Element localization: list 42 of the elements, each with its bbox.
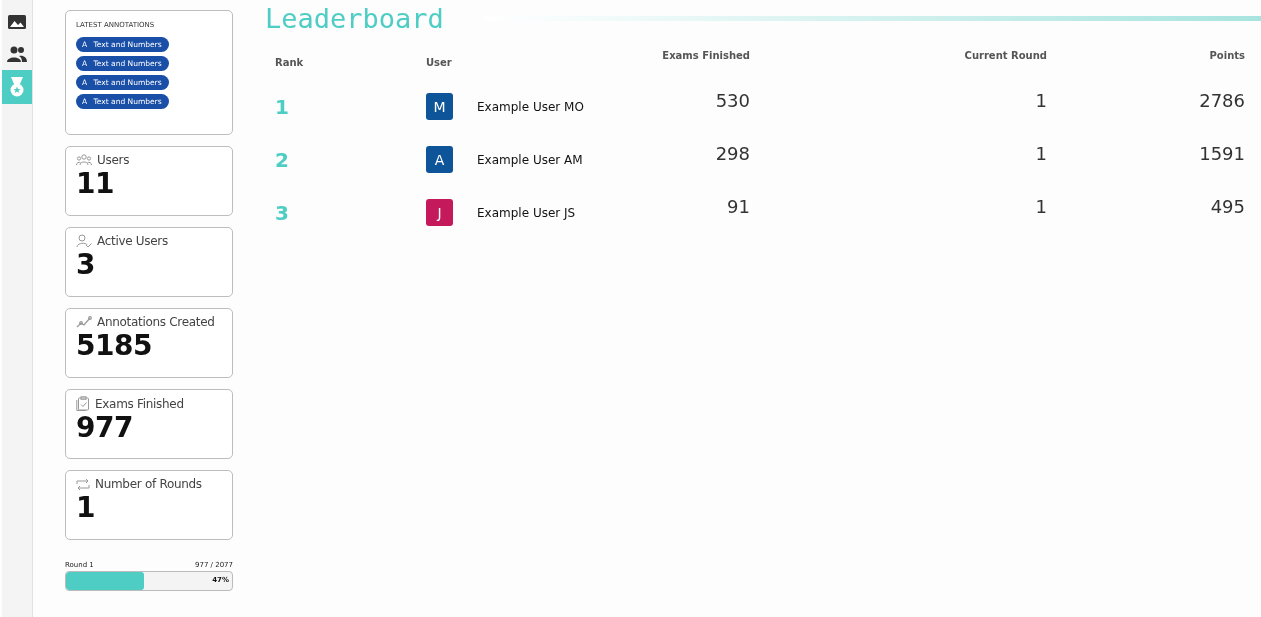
table-cell: 1591 xyxy=(1199,143,1245,164)
stat-value: 3 xyxy=(76,248,96,281)
image-icon xyxy=(8,15,26,29)
line-draw-icon xyxy=(76,315,92,329)
table-cell: 91 xyxy=(727,196,750,217)
table-cell: 495 xyxy=(1210,196,1245,217)
stat-value: 977 xyxy=(76,411,134,444)
column-header: Rank xyxy=(275,56,305,68)
column-header: Current Round xyxy=(964,49,1047,61)
repeat-icon xyxy=(76,477,90,491)
user-avatar: M xyxy=(426,93,453,120)
table-cell: 1 xyxy=(1035,196,1047,217)
users-icon xyxy=(7,46,27,62)
user-check-icon xyxy=(76,234,92,248)
table-cell: 298 xyxy=(715,143,750,164)
table-cell: 2786 xyxy=(1199,90,1245,111)
table-cell: 530 xyxy=(715,90,750,111)
column-header: Exams Finished xyxy=(662,49,750,61)
user-name: Example User JS xyxy=(477,205,576,220)
column-header: User xyxy=(426,56,453,68)
user-avatar: A xyxy=(426,146,453,173)
users-icon xyxy=(76,154,92,166)
table-cell: 1 xyxy=(1035,90,1047,111)
stat-label: Exams Finished xyxy=(95,396,184,411)
rank-cell-text: 3 xyxy=(275,200,290,225)
column-header: Points xyxy=(1209,49,1245,61)
user-name: Example User MO xyxy=(477,99,584,114)
stat-value: 1 xyxy=(76,491,96,524)
user-name: Example User AM xyxy=(477,152,583,167)
clipboard-icon xyxy=(76,396,90,411)
table-cell: 1 xyxy=(1035,143,1047,164)
stat-value: 5185 xyxy=(76,329,153,362)
medal-icon xyxy=(9,77,25,97)
stat-label: Users xyxy=(97,153,130,167)
stat-label: Annotations Created xyxy=(97,315,215,329)
stat-value: 11 xyxy=(76,167,115,200)
user-avatar: J xyxy=(426,199,453,226)
stat-label: Active Users xyxy=(97,234,168,248)
page-title: Leaderboard xyxy=(265,2,444,34)
rank-cell-text: 1 xyxy=(275,94,290,119)
stat-label: Number of Rounds xyxy=(95,477,202,491)
rank-cell-text: 2 xyxy=(275,147,290,172)
